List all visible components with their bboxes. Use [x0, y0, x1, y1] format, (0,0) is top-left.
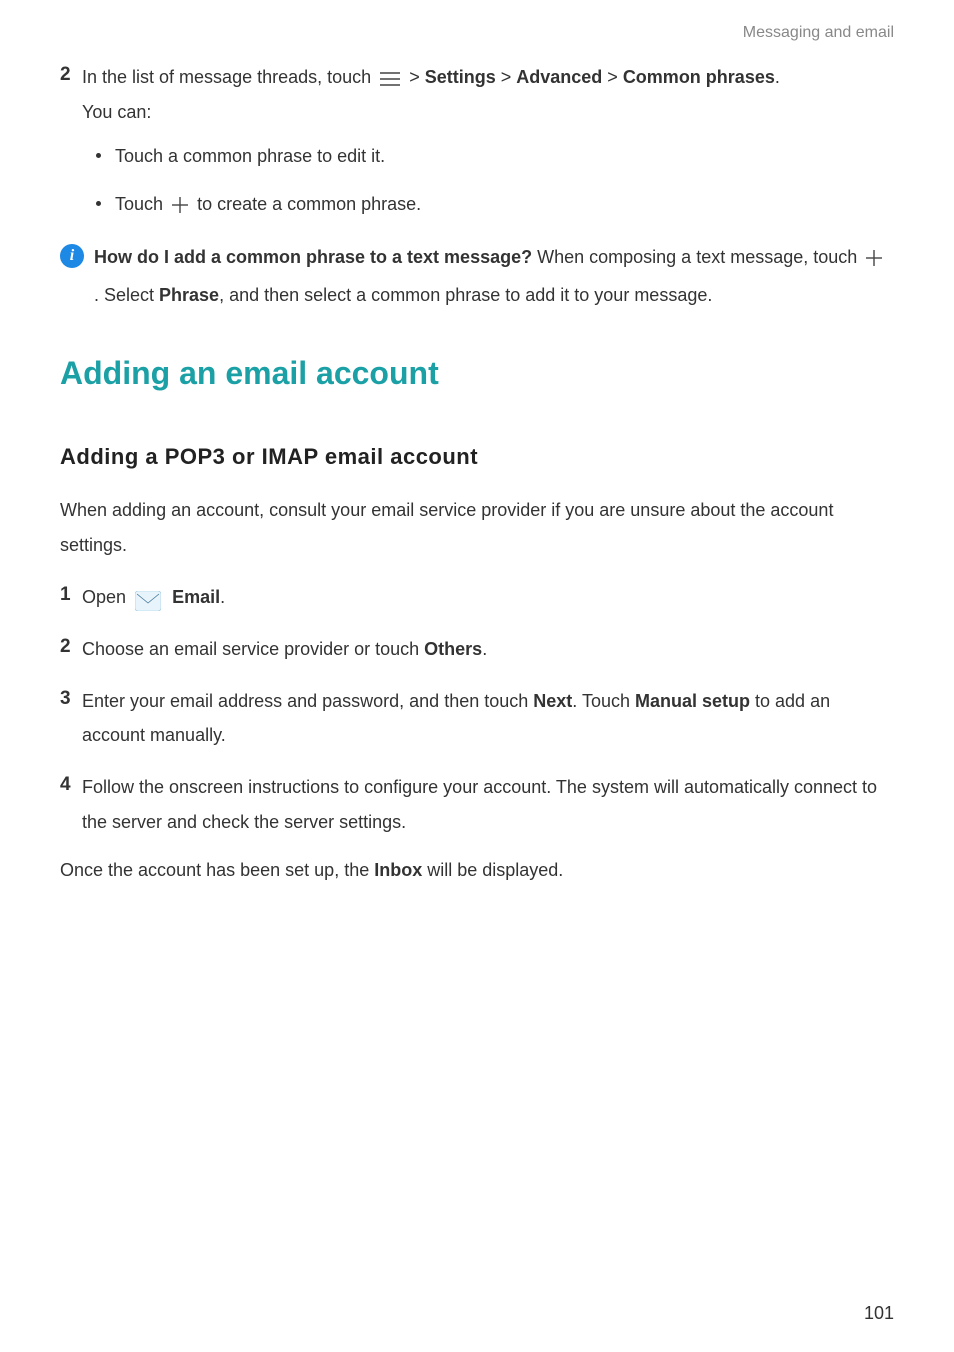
common-phrases-label: Common phrases — [623, 67, 775, 87]
closing-b: will be displayed. — [422, 860, 563, 880]
step-body: In the list of message threads, touch > … — [82, 60, 894, 128]
closing-paragraph: Once the account has been set up, the In… — [60, 853, 894, 887]
bullet-2: Touch to create a common phrase. — [96, 187, 894, 221]
b2b: to create a common phrase. — [197, 194, 421, 214]
step-body: Enter your email address and password, a… — [82, 684, 894, 752]
step-body: Follow the onscreen instructions to conf… — [82, 770, 894, 838]
closing-a: Once the account has been set up, the — [60, 860, 374, 880]
s3a: Enter your email address and password, a… — [82, 691, 533, 711]
s2b: . — [482, 639, 487, 659]
step-2: 2 In the list of message threads, touch … — [60, 60, 894, 128]
step-number: 4 — [60, 770, 82, 838]
info-a2: . Select — [94, 285, 159, 305]
info-block: i How do I add a common phrase to a text… — [60, 239, 894, 315]
bullet-1: Touch a common phrase to edit it. — [96, 139, 894, 173]
info-question: How do I add a common phrase to a text m… — [94, 247, 532, 267]
bullet-list: Touch a common phrase to edit it. Touch … — [96, 139, 894, 221]
next-label: Next — [533, 691, 572, 711]
you-can: You can: — [82, 95, 894, 129]
step-number: 1 — [60, 580, 82, 614]
step-number: 3 — [60, 684, 82, 752]
s2a: Choose an email service provider or touc… — [82, 639, 424, 659]
header-breadcrumb: Messaging and email — [60, 18, 894, 48]
heading-adding-email-account: Adding an email account — [60, 343, 894, 404]
phrase-label: Phrase — [159, 285, 219, 305]
info-body: How do I add a common phrase to a text m… — [94, 239, 894, 315]
bullet-dot-icon — [96, 153, 101, 158]
s1b: . — [220, 587, 225, 607]
manual-setup-label: Manual setup — [635, 691, 750, 711]
others-label: Others — [424, 639, 482, 659]
step-1-open-email: 1 Open Email. — [60, 580, 894, 614]
inbox-label: Inbox — [374, 860, 422, 880]
s1a: Open — [82, 587, 131, 607]
email-label: Email — [172, 587, 220, 607]
step-body: Choose an email service provider or touc… — [82, 632, 894, 666]
info-a3: , and then select a common phrase to add… — [219, 285, 712, 305]
step-number: 2 — [60, 60, 82, 128]
step-2-choose-provider: 2 Choose an email service provider or to… — [60, 632, 894, 666]
step-number: 2 — [60, 632, 82, 666]
menu-icon — [380, 72, 400, 86]
period: . — [775, 67, 780, 87]
step-3-enter-credentials: 3 Enter your email address and password,… — [60, 684, 894, 752]
advanced-label: Advanced — [516, 67, 602, 87]
plus-icon — [172, 197, 188, 213]
info-a1: When composing a text message, touch — [532, 247, 862, 267]
bullet1-text: Touch a common phrase to edit it. — [115, 139, 385, 173]
intro-paragraph: When adding an account, consult your ema… — [60, 493, 894, 561]
sep1: > — [409, 67, 425, 87]
heading-pop3-imap: Adding a POP3 or IMAP email account — [60, 436, 894, 478]
settings-label: Settings — [425, 67, 496, 87]
sep2: > — [501, 67, 517, 87]
b2a: Touch — [115, 194, 168, 214]
s3b: . Touch — [572, 691, 635, 711]
bullet-dot-icon — [96, 201, 101, 206]
sep3: > — [607, 67, 623, 87]
step-4-follow-instructions: 4 Follow the onscreen instructions to co… — [60, 770, 894, 838]
page-number: 101 — [864, 1296, 894, 1330]
info-icon: i — [60, 244, 84, 268]
plus-icon — [866, 250, 882, 266]
email-app-icon — [135, 588, 161, 608]
bullet2-text: Touch to create a common phrase. — [115, 187, 421, 221]
step2-text-a: In the list of message threads, touch — [82, 67, 376, 87]
step-body: Open Email. — [82, 580, 894, 614]
